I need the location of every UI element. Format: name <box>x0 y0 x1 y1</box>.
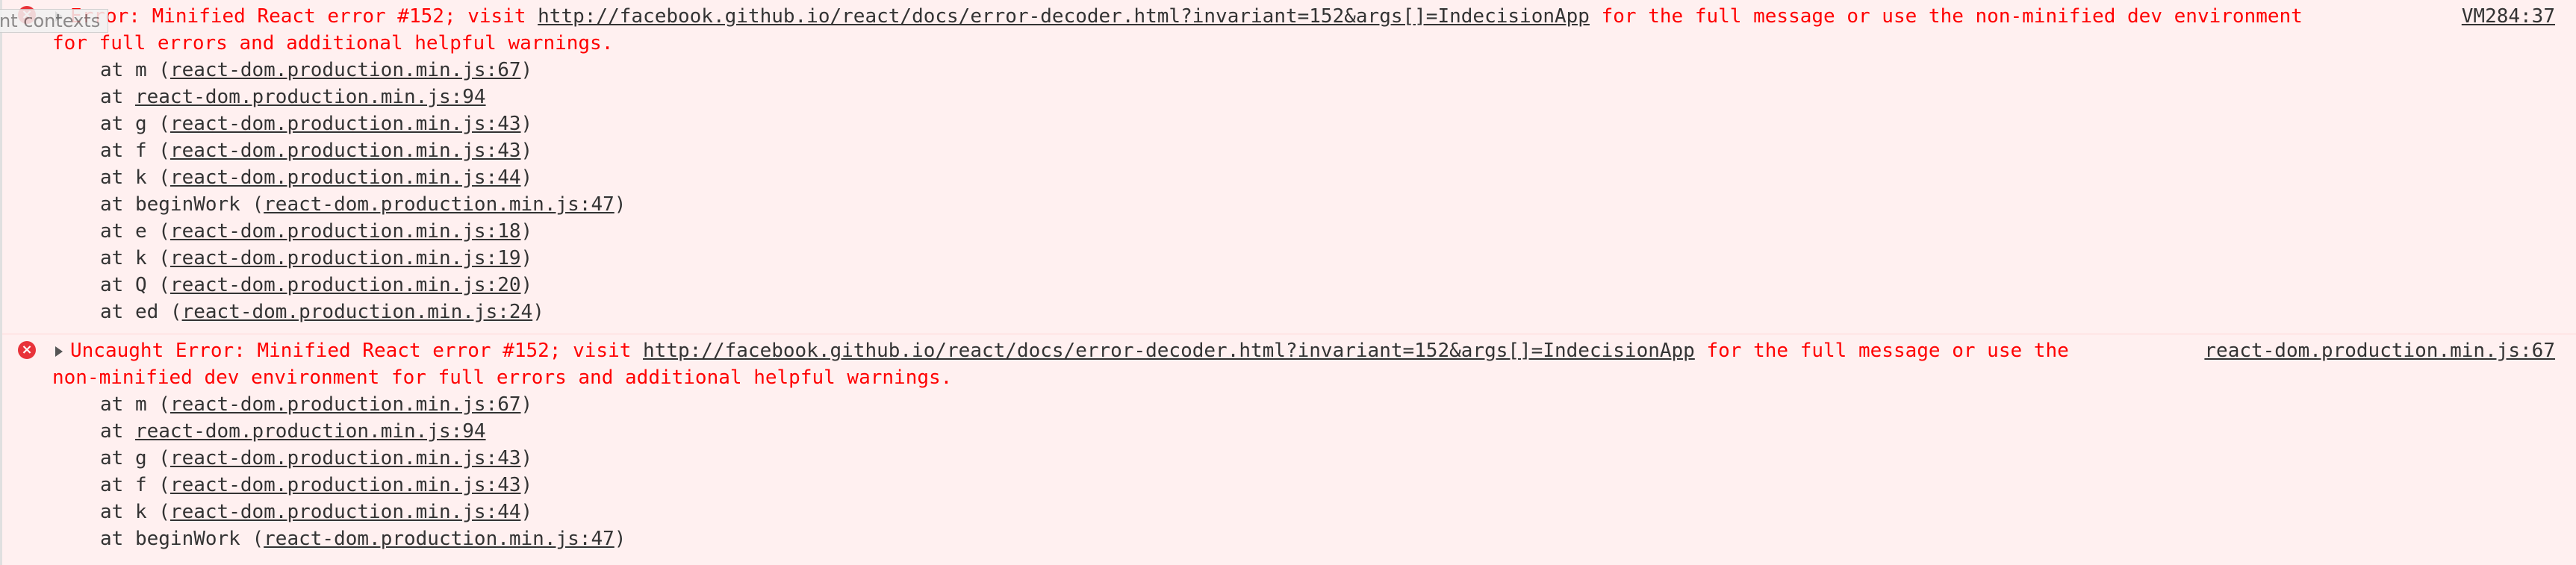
stack-file-link[interactable]: react-dom.production.min.js:19 <box>170 247 521 269</box>
stack-file-link[interactable]: react-dom.production.min.js:94 <box>135 86 486 108</box>
error-circle-icon: × <box>18 341 36 359</box>
stack-frame: at k (react-dom.production.min.js:44) <box>100 166 533 189</box>
error-text-after: for the full message or use the <box>1694 340 2081 362</box>
stack-file-link[interactable]: react-dom.production.min.js:43 <box>170 140 521 162</box>
stack-frame: at f (react-dom.production.min.js:43) <box>100 474 533 496</box>
stack-frame: at ed (react-dom.production.min.js:24) <box>100 301 544 323</box>
context-tooltip: nt contexts <box>0 9 109 33</box>
error-continuation: for full errors and additional helpful w… <box>52 32 614 54</box>
stack-frame: at m (react-dom.production.min.js:67) <box>100 393 533 416</box>
error-decoder-link[interactable]: http://facebook.github.io/react/docs/err… <box>538 5 1590 28</box>
error-message-line: Error: Minified React error #152; visit … <box>70 3 2303 30</box>
stack-frame: at k (react-dom.production.min.js:44) <box>100 501 533 523</box>
stack-frame: at beginWork (react-dom.production.min.j… <box>100 528 626 550</box>
stack-frame: at e (react-dom.production.min.js:18) <box>100 220 533 243</box>
stack-frame: at react-dom.production.min.js:94 <box>100 420 486 443</box>
stack-frame: at m (react-dom.production.min.js:67) <box>100 59 533 81</box>
console-error-message-2[interactable]: × Uncaught Error: Minified React error #… <box>0 334 2576 565</box>
stack-file-link[interactable]: react-dom.production.min.js:24 <box>182 301 533 323</box>
panel-left-rule <box>0 0 2 565</box>
stack-frame: at Q (react-dom.production.min.js:20) <box>100 274 533 296</box>
error-text: : Minified React error #152; visit <box>234 340 644 362</box>
stack-file-link[interactable]: react-dom.production.min.js:43 <box>170 474 521 496</box>
error-text: : Minified React error #152; visit <box>128 5 538 28</box>
stack-file-link[interactable]: react-dom.production.min.js:67 <box>170 59 521 81</box>
error-prefix: Uncaught Error <box>70 340 234 362</box>
stack-file-link[interactable]: react-dom.production.min.js:94 <box>135 420 486 443</box>
stack-file-link[interactable]: react-dom.production.min.js:44 <box>170 501 521 523</box>
source-link[interactable]: VM284:37 <box>2462 3 2555 30</box>
stack-frame: at g (react-dom.production.min.js:43) <box>100 447 533 469</box>
error-continuation: non-minified dev environment for full er… <box>52 366 953 389</box>
stack-file-link[interactable]: react-dom.production.min.js:43 <box>170 113 521 135</box>
stack-file-link[interactable]: react-dom.production.min.js:20 <box>170 274 521 296</box>
stack-file-link[interactable]: react-dom.production.min.js:67 <box>170 393 521 416</box>
stack-file-link[interactable]: react-dom.production.min.js:44 <box>170 166 521 189</box>
source-link[interactable]: react-dom.production.min.js:67 <box>2204 337 2555 364</box>
console-panel: × Error: Minified React error #152; visi… <box>0 0 2576 565</box>
stack-frame: at g (react-dom.production.min.js:43) <box>100 113 533 135</box>
error-text-after: for the full message or use the non-mini… <box>1589 5 2303 28</box>
console-error-message-1[interactable]: × Error: Minified React error #152; visi… <box>0 0 2576 334</box>
stack-frame: at f (react-dom.production.min.js:43) <box>100 140 533 162</box>
stack-file-link[interactable]: react-dom.production.min.js:18 <box>170 220 521 243</box>
stack-frame: at react-dom.production.min.js:94 <box>100 86 486 108</box>
expand-triangle-icon[interactable] <box>55 346 63 357</box>
stack-frame: at k (react-dom.production.min.js:19) <box>100 247 533 269</box>
error-message-line: Uncaught Error: Minified React error #15… <box>70 337 2080 364</box>
stack-file-link[interactable]: react-dom.production.min.js:47 <box>264 528 615 550</box>
stack-frame: at beginWork (react-dom.production.min.j… <box>100 193 626 216</box>
stack-file-link[interactable]: react-dom.production.min.js:47 <box>264 193 615 216</box>
error-decoder-link[interactable]: http://facebook.github.io/react/docs/err… <box>643 340 1695 362</box>
stack-file-link[interactable]: react-dom.production.min.js:43 <box>170 447 521 469</box>
